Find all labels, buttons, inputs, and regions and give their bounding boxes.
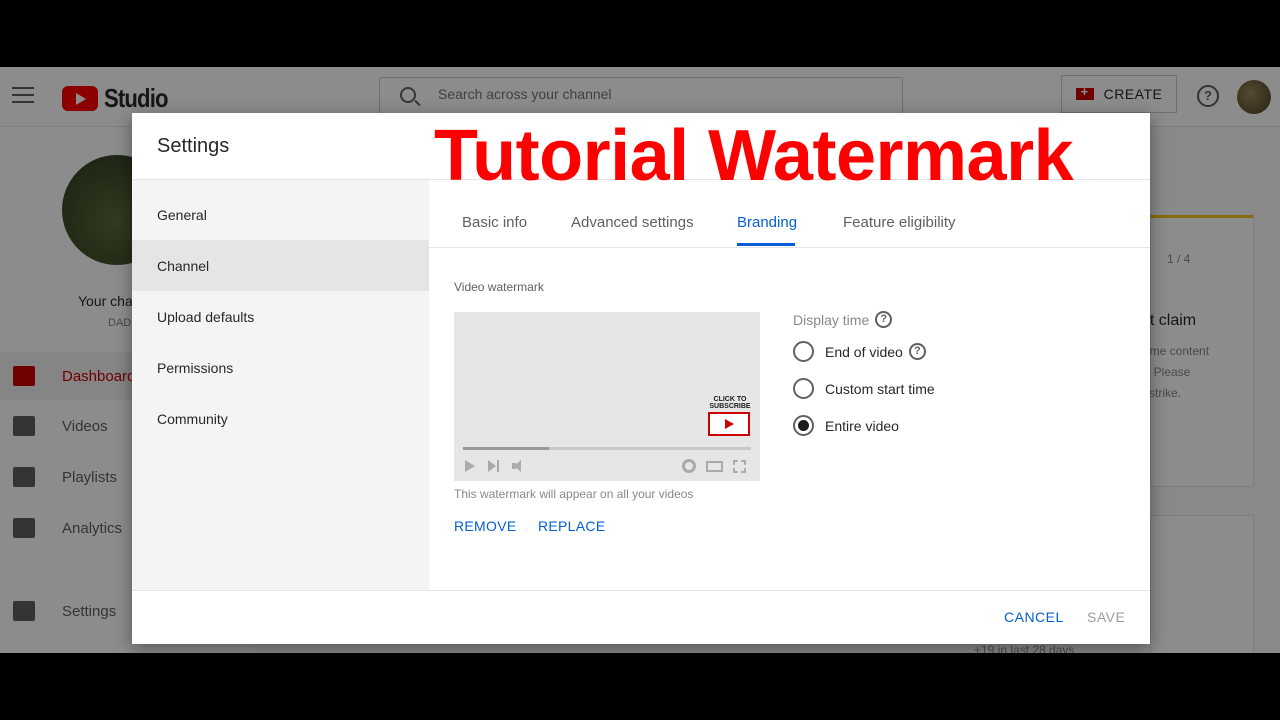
sidebar-item-upload-defaults[interactable]: Upload defaults bbox=[132, 291, 429, 342]
sidebar-item-community[interactable]: Community bbox=[132, 393, 429, 444]
radio-entire-video[interactable]: Entire video bbox=[793, 415, 899, 436]
gear-icon bbox=[682, 459, 696, 473]
active-tab-indicator bbox=[737, 243, 795, 246]
radio-label: Custom start time bbox=[825, 380, 935, 397]
radio-button[interactable] bbox=[793, 341, 814, 362]
settings-sidebar: General Channel Upload defaults Permissi… bbox=[132, 180, 429, 590]
radio-custom-start-time[interactable]: Custom start time bbox=[793, 378, 935, 399]
next-icon bbox=[488, 460, 500, 472]
play-icon bbox=[465, 460, 475, 472]
watermark-preview: CLICK TO SUBSCRIBE bbox=[454, 312, 760, 481]
sidebar-item-general[interactable]: General bbox=[132, 189, 429, 240]
radio-button-selected[interactable] bbox=[793, 415, 814, 436]
watermark-badge: CLICK TO SUBSCRIBE bbox=[708, 396, 752, 440]
help-icon[interactable]: ? bbox=[908, 343, 926, 360]
subscribe-play-icon bbox=[708, 412, 750, 436]
tab-feature-eligibility[interactable]: Feature eligibility bbox=[843, 214, 956, 231]
progress-fill bbox=[463, 447, 550, 450]
replace-button[interactable]: REPLACE bbox=[538, 518, 605, 534]
display-time-label: Display time ? bbox=[793, 311, 893, 328]
dialog-title: Settings bbox=[157, 135, 230, 157]
divider bbox=[132, 590, 1150, 591]
cancel-button[interactable]: CANCEL bbox=[1004, 609, 1064, 625]
radio-button[interactable] bbox=[793, 378, 814, 399]
theater-mode-icon bbox=[706, 461, 723, 472]
tutorial-overlay-title: Tutorial Watermark bbox=[434, 116, 1074, 196]
radio-end-of-video[interactable]: End of video ? bbox=[793, 341, 926, 362]
remove-button[interactable]: REMOVE bbox=[454, 518, 516, 534]
help-icon[interactable]: ? bbox=[875, 311, 893, 328]
display-time-text: Display time bbox=[793, 311, 870, 328]
watermark-hint: This watermark will appear on all your v… bbox=[454, 487, 694, 501]
video-watermark-label: Video watermark bbox=[454, 280, 544, 294]
tab-basic-info[interactable]: Basic info bbox=[462, 214, 527, 231]
radio-label: End of video bbox=[825, 343, 903, 360]
radio-label: Entire video bbox=[825, 417, 899, 434]
watermark-badge-text: CLICK TO SUBSCRIBE bbox=[709, 396, 751, 410]
volume-icon bbox=[512, 460, 528, 472]
sidebar-item-permissions[interactable]: Permissions bbox=[132, 342, 429, 393]
save-button[interactable]: SAVE bbox=[1087, 609, 1125, 625]
sidebar-item-channel[interactable]: Channel bbox=[132, 240, 429, 291]
preview-progress-bar bbox=[463, 447, 751, 450]
tab-advanced-settings[interactable]: Advanced settings bbox=[571, 214, 694, 231]
tab-branding[interactable]: Branding bbox=[737, 214, 797, 231]
fullscreen-icon bbox=[733, 460, 746, 473]
